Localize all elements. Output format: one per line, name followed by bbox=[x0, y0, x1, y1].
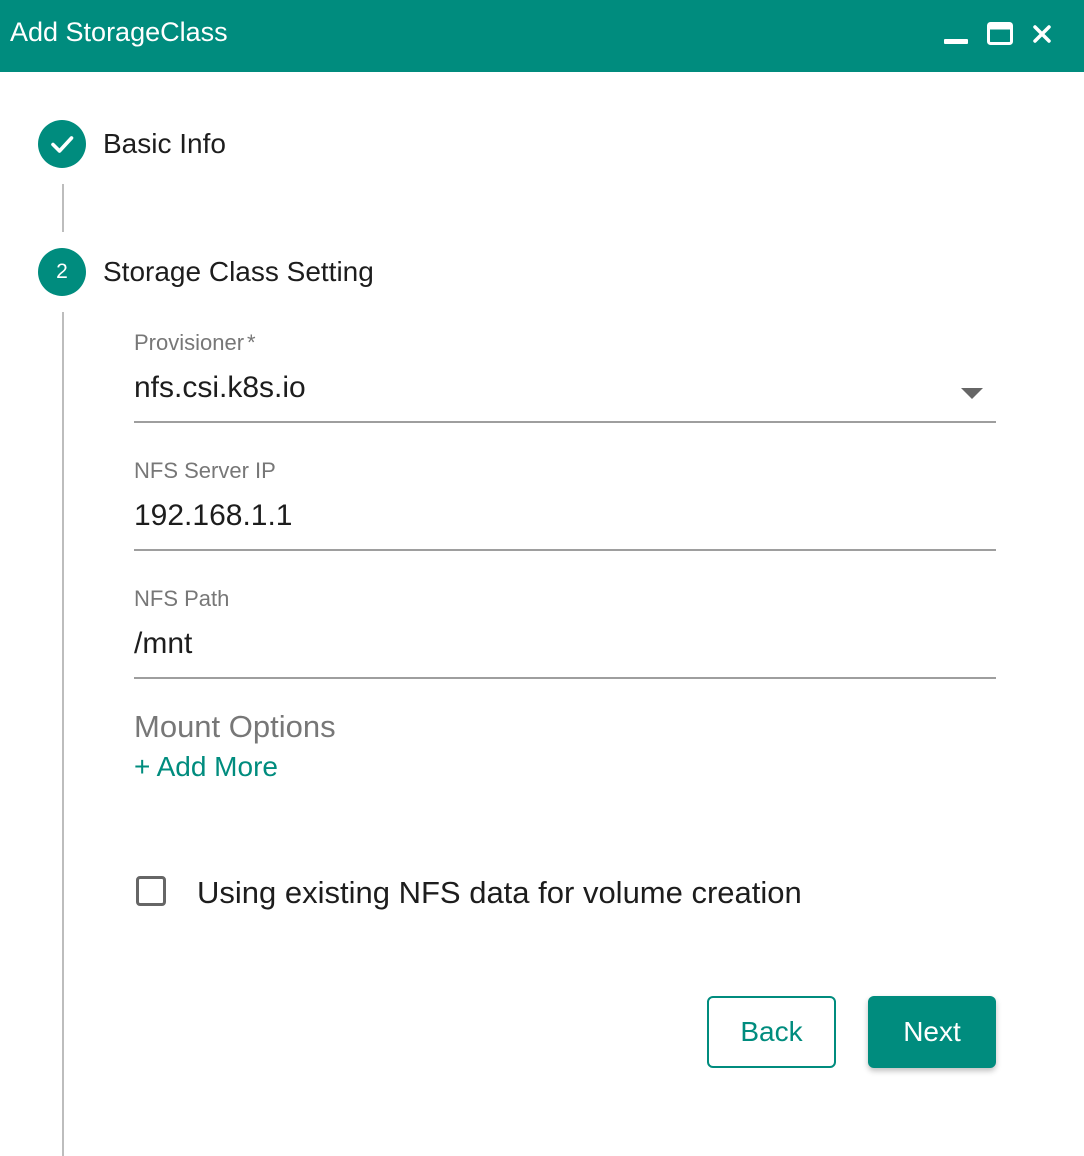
dropdown-caret-icon[interactable] bbox=[961, 388, 983, 399]
title-bar: Add StorageClass bbox=[0, 0, 1084, 72]
existing-nfs-data-checkbox[interactable] bbox=[136, 876, 166, 906]
nfs-path-underline bbox=[134, 677, 996, 679]
step-connector bbox=[62, 184, 64, 232]
mount-options-title: Mount Options bbox=[134, 709, 336, 744]
step-storage-class-setting: Storage Class Setting bbox=[103, 256, 374, 287]
next-button[interactable]: Next bbox=[868, 996, 996, 1068]
provisioner-label-text: Provisioner bbox=[134, 330, 245, 355]
minimize-icon[interactable] bbox=[940, 18, 972, 50]
nfs-server-ip-underline bbox=[134, 549, 996, 551]
nfs-server-ip-input[interactable] bbox=[134, 498, 954, 534]
window-title: Add StorageClass bbox=[10, 17, 228, 47]
required-mark: * bbox=[247, 330, 256, 355]
step-complete-check-icon bbox=[38, 120, 86, 168]
provisioner-label: Provisioner * bbox=[134, 330, 256, 356]
add-more-link[interactable]: + Add More bbox=[134, 750, 278, 784]
maximize-icon[interactable] bbox=[984, 18, 1016, 50]
provisioner-select[interactable]: nfs.csi.k8s.io bbox=[134, 370, 954, 406]
step-number-badge: 2 bbox=[38, 248, 86, 296]
nfs-server-ip-label: NFS Server IP bbox=[134, 458, 276, 483]
step-basic-info[interactable]: Basic Info bbox=[103, 127, 226, 161]
nfs-path-input[interactable] bbox=[134, 626, 954, 662]
nfs-path-label: NFS Path bbox=[134, 586, 230, 611]
close-icon[interactable] bbox=[1026, 18, 1058, 50]
existing-nfs-data-label[interactable]: Using existing NFS data for volume creat… bbox=[197, 874, 802, 912]
back-button[interactable]: Back bbox=[707, 996, 836, 1068]
provisioner-underline bbox=[134, 421, 996, 423]
step-content-line bbox=[62, 312, 64, 1156]
